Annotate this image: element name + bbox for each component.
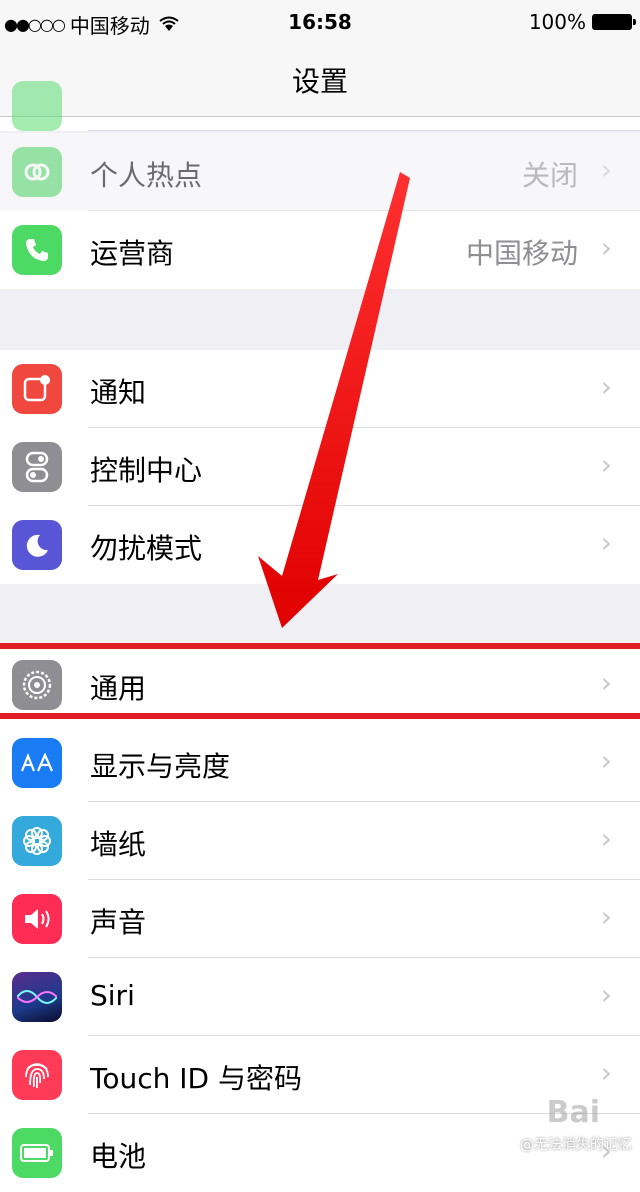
red-arrow-annotation xyxy=(258,172,410,628)
author-watermark: @无法消失的记忆 xyxy=(520,1137,632,1153)
baidu-watermark: Bai xyxy=(546,1095,600,1130)
